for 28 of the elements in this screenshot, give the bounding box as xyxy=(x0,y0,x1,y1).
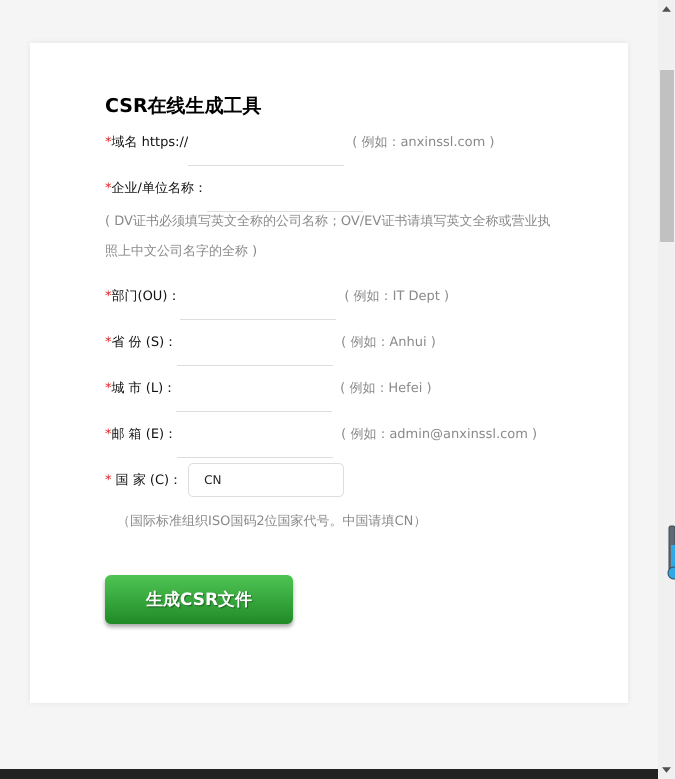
example-hint: ( 例如：IT Dept ) xyxy=(344,288,450,305)
required-mark: * xyxy=(105,288,112,304)
field-label: 企业/单位名称： xyxy=(112,180,207,197)
field-label: 域名 https:// xyxy=(112,134,188,151)
field-label: 国 家 (C)： xyxy=(114,472,182,489)
scroll-down-arrow-icon[interactable] xyxy=(662,767,671,773)
thermometer-icon[interactable] xyxy=(667,525,675,581)
example-hint: ( 例如：anxinssl.com ) xyxy=(352,134,494,151)
scrollbar[interactable] xyxy=(658,0,675,779)
field-label: 邮 箱 (E)： xyxy=(112,426,178,443)
field-note: （国际标准组织ISO国码2位国家代号。中国请填CN） xyxy=(116,513,428,531)
input-field[interactable]: CN xyxy=(188,463,344,497)
page-title: CSR在线生成工具 xyxy=(105,94,263,119)
required-mark: * xyxy=(105,472,112,488)
field-note: ( DV证书必须填写英文全称的公司名称；OV/EV证书请填写英文全称或营业执照上中文公司名字的全称 ) xyxy=(105,213,552,261)
required-mark: * xyxy=(105,426,112,442)
scrollbar-thumb[interactable] xyxy=(660,70,674,242)
field-label: 省 份 (S)： xyxy=(112,334,178,351)
example-hint: ( 例如：admin@anxinssl.com ) xyxy=(341,426,538,443)
required-mark: * xyxy=(105,334,112,350)
field-label: 城 市 (L)： xyxy=(112,380,176,397)
required-mark: * xyxy=(105,380,112,396)
required-mark: * xyxy=(105,180,112,196)
scroll-up-arrow-icon[interactable] xyxy=(662,6,671,12)
example-hint: ( 例如：Anhui ) xyxy=(341,334,436,351)
required-mark: * xyxy=(105,134,112,150)
example-hint: ( 例如：Hefei ) xyxy=(340,380,432,397)
field-label: 部门(OU)： xyxy=(112,288,180,305)
